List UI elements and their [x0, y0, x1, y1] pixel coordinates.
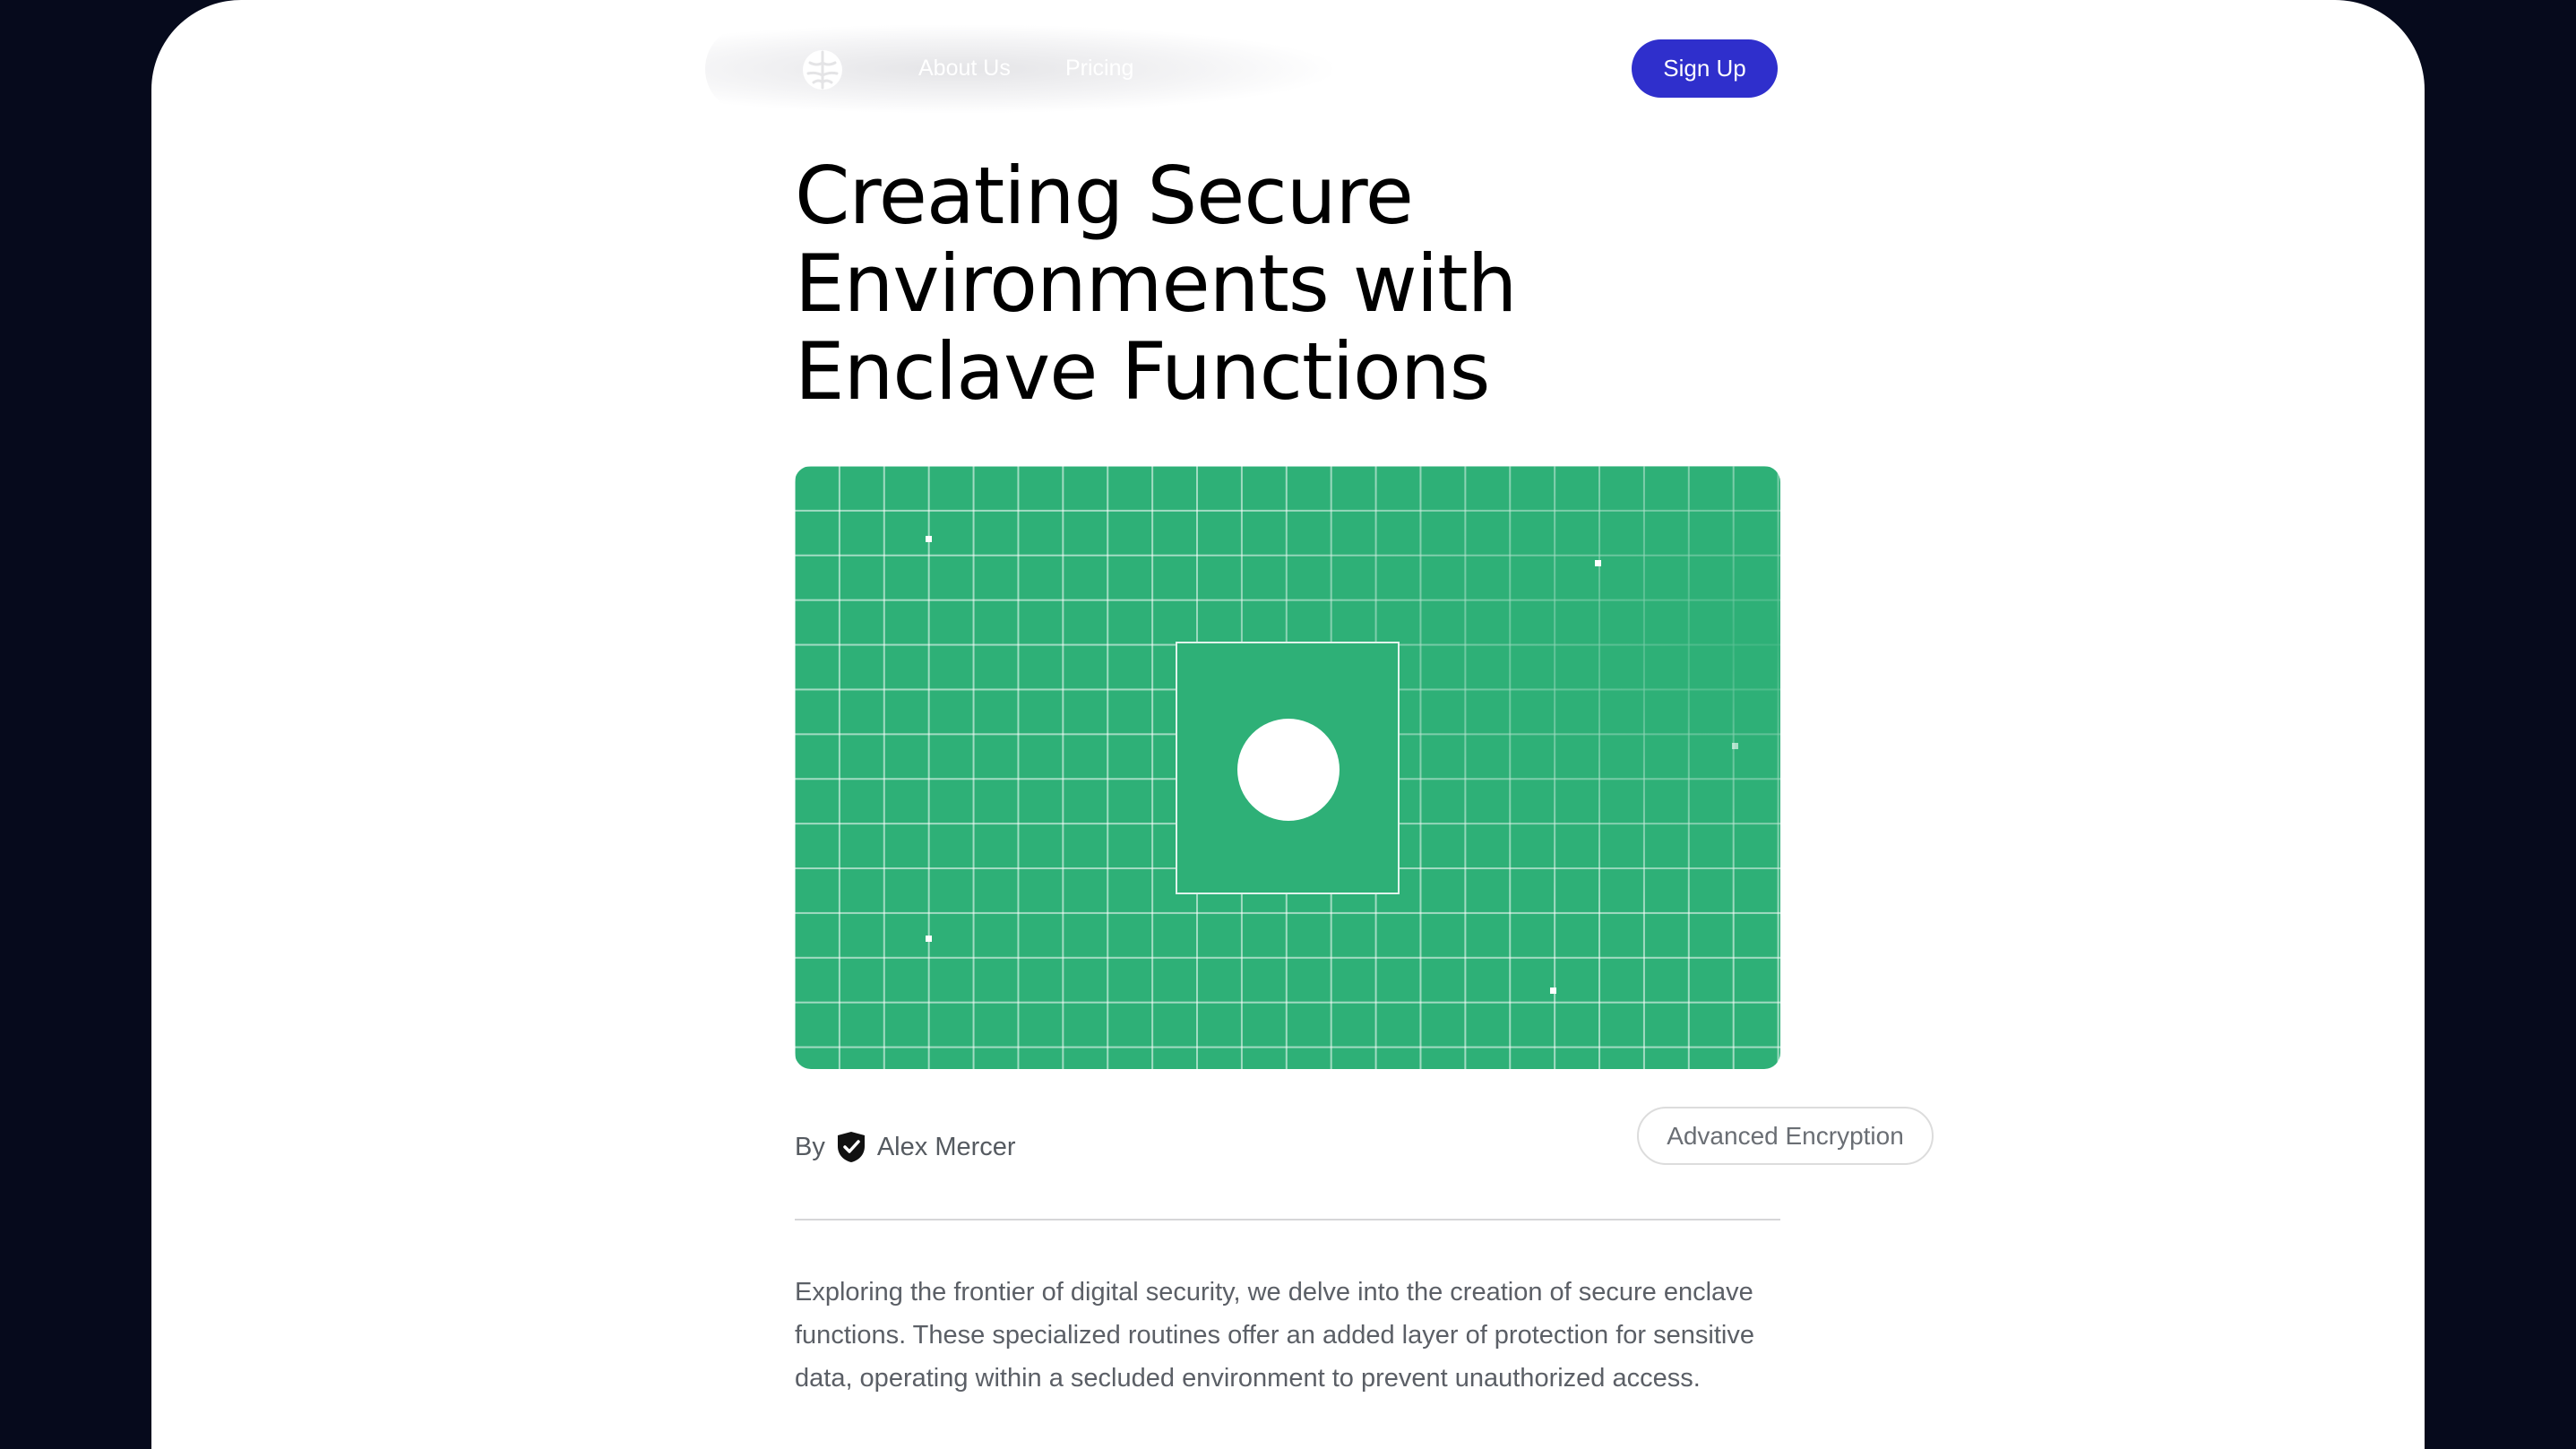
hero-sparkle: [1732, 743, 1738, 749]
byline-prefix: By: [795, 1132, 825, 1161]
article-intro: Exploring the frontier of digital securi…: [795, 1278, 1754, 1393]
enclave-dot: [1237, 719, 1340, 821]
brain-logo-icon[interactable]: [799, 47, 846, 93]
hero-sparkle: [926, 536, 932, 542]
nav-link-about-us[interactable]: About Us: [918, 56, 1011, 82]
divider: [795, 1219, 1780, 1220]
byline: By Alex Mercer: [795, 1131, 1016, 1163]
sign-up-button[interactable]: Sign Up: [1632, 39, 1778, 98]
hero-sparkle: [926, 936, 932, 942]
page-card: About Us Pricing Sign Up Creating Secure…: [151, 0, 2425, 1449]
hero-sparkle: [1595, 560, 1601, 566]
hero-illustration: [795, 466, 1780, 1069]
category-tag[interactable]: Advanced Encryption: [1637, 1107, 1934, 1165]
article-title: Creating Secure Environments with Enclav…: [795, 150, 1517, 418]
hero-sparkle: [1550, 988, 1556, 994]
enclave-box: [1176, 642, 1400, 894]
shield-check-icon: [837, 1132, 865, 1162]
nav-link-pricing[interactable]: Pricing: [1065, 56, 1133, 82]
author-link[interactable]: Alex Mercer: [877, 1133, 1016, 1162]
